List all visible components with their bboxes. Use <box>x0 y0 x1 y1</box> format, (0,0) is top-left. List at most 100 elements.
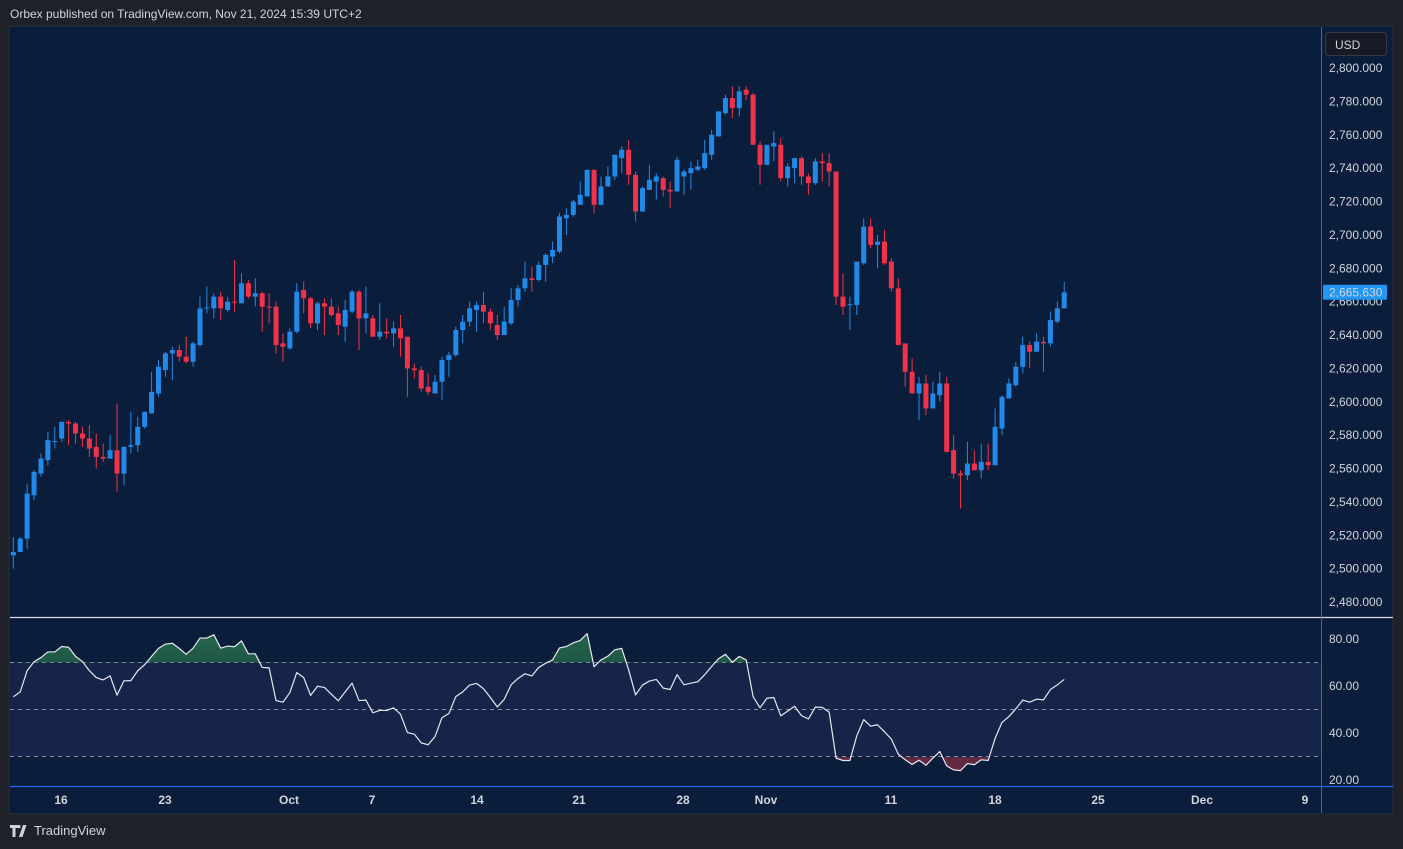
candle-body <box>888 261 894 289</box>
candle-body <box>45 440 51 461</box>
candle-body <box>1027 345 1033 352</box>
candle-body <box>162 353 168 371</box>
time-tick-label: 18 <box>988 793 1002 807</box>
price-tick-label: 2,480.000 <box>1329 595 1383 609</box>
candle-body <box>155 366 161 394</box>
chart[interactable]: 2,800.000 2,780.000 2,760.000 2,740.000 2,72… <box>0 0 1403 849</box>
candle-body <box>881 241 887 264</box>
candle-body <box>944 383 950 452</box>
candle-body <box>52 441 58 443</box>
candle-body <box>729 98 735 109</box>
time-tick-label: 7 <box>369 793 376 807</box>
price-tick-label: 2,560.000 <box>1329 462 1383 476</box>
price-tick-label: 2,580.000 <box>1329 428 1383 442</box>
candle <box>812 158 818 185</box>
candle-body <box>176 350 182 357</box>
candle <box>570 199 576 217</box>
candle-body <box>1013 366 1019 386</box>
currency-button[interactable]: USD <box>1325 32 1387 56</box>
candle-body <box>930 393 936 409</box>
candle-body <box>812 161 818 184</box>
candle-body <box>73 423 79 434</box>
price-tick-label: 2,680.000 <box>1329 261 1383 275</box>
candle-body <box>626 149 632 175</box>
candle-body <box>550 249 556 257</box>
candle-body <box>681 171 687 177</box>
candle-body <box>494 325 500 336</box>
candle-body <box>771 143 777 147</box>
candle-body <box>653 176 659 182</box>
candle-body <box>971 463 977 471</box>
price-tick-label: 2,620.000 <box>1329 361 1383 375</box>
candle-body <box>743 89 749 95</box>
candle-body <box>778 144 784 179</box>
candle <box>557 213 563 254</box>
candle-body <box>197 308 203 346</box>
candle-body <box>238 283 244 304</box>
candle-body <box>529 278 535 280</box>
candle-body <box>515 288 521 300</box>
candle-body <box>425 386 431 392</box>
candle-body <box>487 311 493 324</box>
time-tick-label: 9 <box>1302 793 1309 807</box>
candle-body <box>356 291 362 319</box>
candle-body <box>453 330 459 356</box>
candle-body <box>363 313 369 319</box>
candle-body <box>688 168 694 174</box>
time-tick-label: Nov <box>755 793 778 807</box>
candle-body <box>377 331 383 337</box>
candle-body <box>1034 341 1040 352</box>
time-tick-label: 28 <box>676 793 690 807</box>
time-tick-label: Oct <box>279 793 299 807</box>
candle-body <box>764 144 770 165</box>
candle-body <box>418 370 424 389</box>
price-tick-label: 2,640.000 <box>1329 328 1383 342</box>
candle-body <box>225 301 231 311</box>
time-tick-label: Dec <box>1191 793 1213 807</box>
candle-body <box>660 178 666 190</box>
candle-body <box>321 303 327 307</box>
candle <box>17 536 23 553</box>
price-tick-label: 2,500.000 <box>1329 562 1383 576</box>
candle-body <box>868 226 874 245</box>
tradingview-logo-icon <box>10 824 27 837</box>
last-price-label: 2,665.630 <box>1323 284 1387 300</box>
candle-body <box>432 381 438 394</box>
candle-body <box>480 304 486 312</box>
candle-body <box>66 421 72 424</box>
candle-body <box>557 216 563 252</box>
candle-body <box>204 307 210 309</box>
candle <box>142 411 148 429</box>
price-tick-label: 2,720.000 <box>1329 195 1383 209</box>
rsi-tick-label: 80.00 <box>1329 632 1359 646</box>
tradingview-logo[interactable]: TradingView <box>10 823 106 838</box>
candle-body <box>128 445 134 447</box>
time-tick-label: 16 <box>54 793 68 807</box>
candle-body <box>716 111 722 137</box>
candle-body <box>294 291 300 332</box>
candle-body <box>854 261 860 305</box>
candle-body <box>315 303 321 324</box>
candle-body <box>342 310 348 327</box>
candle-body <box>501 321 507 336</box>
candle-body <box>605 176 611 187</box>
candle-body <box>1020 345 1026 367</box>
price-tick-label: 2,520.000 <box>1329 528 1383 542</box>
candle-body <box>792 158 798 169</box>
candle-body <box>370 318 376 337</box>
candle <box>750 93 756 145</box>
candle <box>895 278 901 346</box>
candle <box>764 144 770 165</box>
price-tick-label: 2,600.000 <box>1329 395 1383 409</box>
candle-body <box>937 383 943 396</box>
candle-body <box>702 153 708 169</box>
candle <box>453 326 459 357</box>
candle-body <box>1047 320 1053 344</box>
candle-body <box>508 299 514 324</box>
candle-body <box>958 473 964 476</box>
candle-body <box>17 538 23 553</box>
candle <box>639 186 645 212</box>
candle-body <box>909 371 915 394</box>
candle-body <box>591 169 597 205</box>
candle-body <box>563 214 569 219</box>
